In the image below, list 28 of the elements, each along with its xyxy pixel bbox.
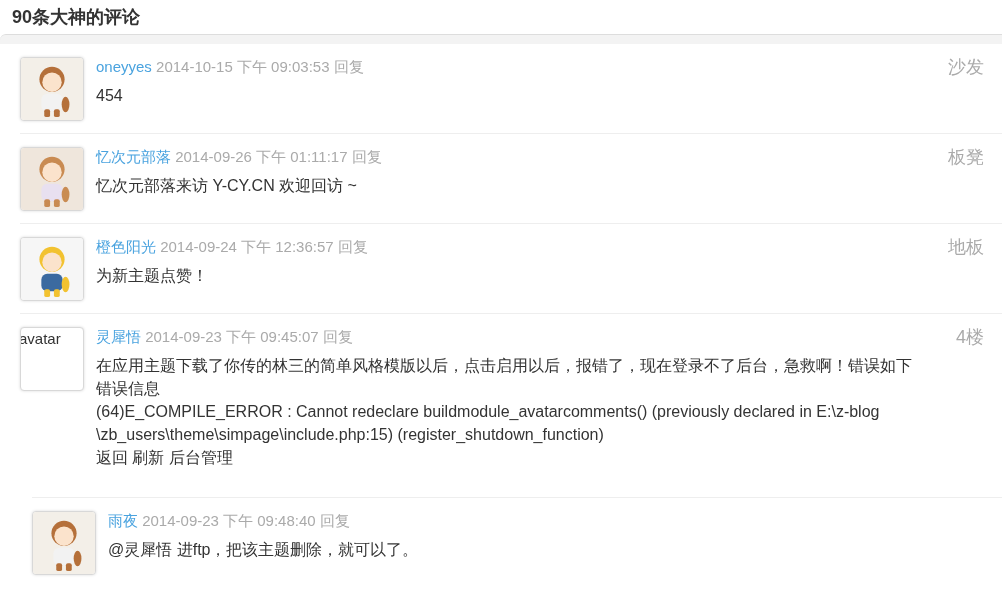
comment-time: 2014-10-15 下午 09:03:53 [156, 58, 330, 75]
section-title: 90条大神的评论 [12, 5, 141, 29]
floor-label: 地板 [948, 237, 985, 257]
comment-text: 返回 刷新 后台管理 [96, 448, 234, 468]
reply-link[interactable]: 回复 [351, 148, 382, 165]
author-link[interactable]: 橙色阳光 [96, 238, 156, 255]
reply-link[interactable]: 回复 [333, 58, 364, 75]
floor-label: 沙发 [948, 57, 985, 77]
floor-label: 4楼 [956, 327, 985, 347]
author-link[interactable]: 雨夜 [108, 512, 138, 529]
comment-time: 2014-09-23 下午 09:45:07 [145, 328, 319, 345]
author-link[interactable]: 忆次元部落 [96, 148, 171, 165]
comment-text: 为新主题点赞！ [96, 266, 209, 286]
comment-time: 2014-09-26 下午 01:11:17 [175, 148, 348, 165]
comment-time: 2014-09-24 下午 12:36:57 [160, 238, 334, 255]
comment-text: @灵犀悟 进ftp，把该主题删除，就可以了。 [108, 540, 420, 560]
comment-text: 忆次元部落来访 Y-CY.CN 欢迎回访 ~ [96, 176, 358, 196]
reply-link[interactable]: 回复 [322, 328, 353, 345]
floor-label: 板凳 [948, 147, 985, 167]
reply-link[interactable]: 回复 [319, 512, 350, 529]
reply-link[interactable]: 回复 [337, 238, 368, 255]
author-link[interactable]: 灵犀悟 [96, 328, 141, 345]
comment-text: 错误信息 [96, 379, 161, 399]
comment-text: 在应用主题下载了你传的林三的简单风格模版以后，点击启用以后，报错了，现在登录不了后台，急救啊！错误如下 [96, 356, 913, 376]
comment-time: 2014-09-23 下午 09:48:40 [142, 512, 316, 529]
author-link[interactable]: oneyyes [96, 58, 152, 75]
comment-text: 454 [96, 86, 124, 106]
comment-text: (64)E_COMPILE_ERROR : Cannot redeclare buildmodule_avatarcomments() (previously declared in E:\z-blog \zb_users\theme\simpage\include.php:15) (register_shutdown_function) [96, 402, 881, 445]
